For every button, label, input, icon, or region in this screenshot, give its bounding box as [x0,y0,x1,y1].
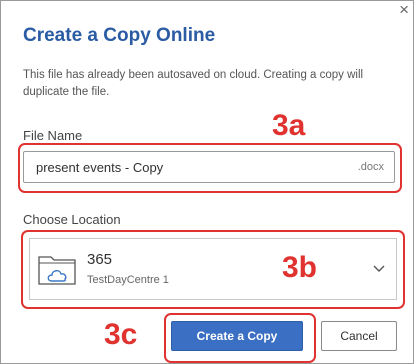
annotation-outline-file-name [18,143,402,193]
close-button[interactable]: × [399,1,409,19]
dialog-description: This file has already been autosaved on … [23,69,364,98]
annotation-label-3a: 3a [272,109,306,142]
annotation-outline-create-button [164,313,316,363]
dialog-title: Create a Copy Online [23,25,216,46]
annotation-label-3b: 3b [282,251,318,284]
annotation-label-3c: 3c [104,318,138,351]
cancel-button[interactable]: Cancel [321,321,397,351]
file-name-label: File Name [23,128,83,143]
choose-location-label: Choose Location [23,212,121,227]
annotation-outline-location [21,230,405,309]
create-copy-dialog: × Create a Copy Online This file has alr… [0,0,414,364]
